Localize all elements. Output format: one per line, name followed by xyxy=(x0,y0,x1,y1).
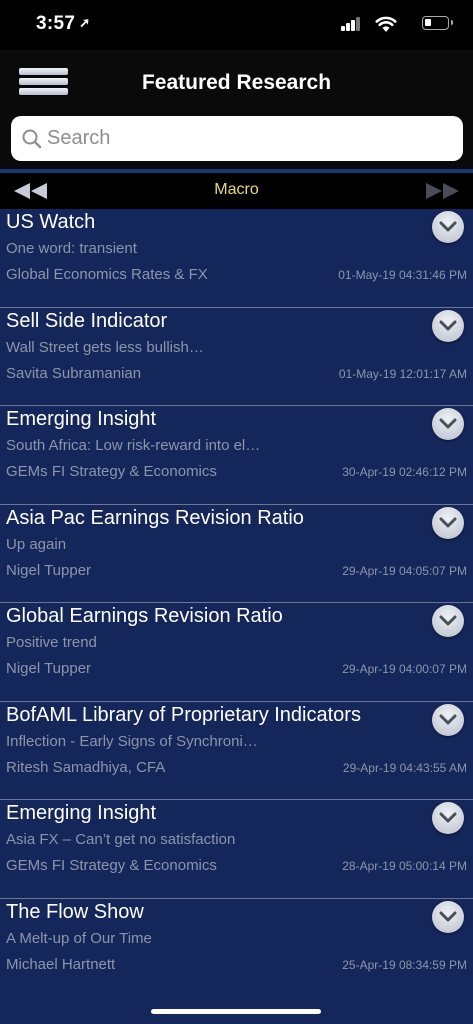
list-item[interactable]: Emerging Insight South Africa: Low risk-… xyxy=(0,406,473,505)
item-subtitle: One word: transient xyxy=(6,240,137,257)
search-icon xyxy=(22,129,42,149)
list-item[interactable]: Global Earnings Revision Ratio Positive … xyxy=(0,603,473,702)
list-item[interactable]: US Watch One word: transient Global Econ… xyxy=(0,209,473,308)
item-title: Asia Pac Earnings Revision Ratio xyxy=(6,506,304,529)
fast-forward-next-icon[interactable] xyxy=(424,181,461,201)
item-date: 01-May-19 12:01:17 AM xyxy=(338,366,467,381)
item-subtitle: Asia FX – Can’t get no satisfaction xyxy=(6,831,236,848)
item-title: Emerging Insight xyxy=(6,802,157,824)
chevron-down-icon[interactable] xyxy=(432,309,464,342)
clock: 3:57 xyxy=(36,13,76,34)
item-date: 29-Apr-19 04:00:07 PM xyxy=(342,662,467,676)
item-author: Nigel Tupper xyxy=(6,561,92,579)
status-bar: 3:57 ➚ xyxy=(0,0,473,50)
item-subtitle: Wall Street gets less bullish… xyxy=(6,338,204,356)
item-date: 29-Apr-19 04:05:07 PM xyxy=(342,563,467,578)
research-list: US Watch One word: transient Global Econ… xyxy=(0,209,473,997)
item-title: BofAML Library of Proprietary Indicators xyxy=(6,703,361,726)
wifi-icon xyxy=(375,16,397,32)
item-date: 25-Apr-19 08:34:59 PM xyxy=(342,957,467,972)
cellular-signal-icon xyxy=(341,17,361,31)
item-date: 29-Apr-19 04:43:55 AM xyxy=(342,760,467,775)
chevron-down-icon[interactable] xyxy=(432,900,464,933)
chevron-down-icon[interactable] xyxy=(432,408,464,440)
chevron-down-icon[interactable] xyxy=(432,211,464,243)
status-icons xyxy=(329,15,453,35)
item-author: Savita Subramanian xyxy=(6,364,142,382)
search-input[interactable] xyxy=(47,116,447,161)
app-screen: 3:57 ➚ Featured Research Search Macro US… xyxy=(0,0,473,1024)
status-time: 3:57 ➚ xyxy=(36,13,90,35)
item-subtitle: Inflection - Early Signs of Synchroni… xyxy=(6,732,258,750)
location-arrow-icon: ➚ xyxy=(79,15,91,30)
item-author: Michael Hartnett xyxy=(6,955,116,973)
item-subtitle: Up again xyxy=(6,535,67,553)
category-label: Macro xyxy=(214,181,259,198)
item-author: Ritesh Samadhiya, CFA xyxy=(6,758,166,776)
chevron-down-icon[interactable] xyxy=(432,605,464,637)
item-subtitle: A Melt-up of Our Time xyxy=(6,929,152,947)
item-author: Nigel Tupper xyxy=(6,660,92,677)
item-title: US Watch xyxy=(6,211,96,233)
item-title: Emerging Insight xyxy=(6,408,157,430)
list-item[interactable]: Sell Side Indicator Wall Street gets les… xyxy=(0,308,473,406)
item-author: GEMs FI Strategy & Economics xyxy=(6,857,217,874)
item-title: Global Earnings Revision Ratio xyxy=(6,605,283,627)
battery-icon xyxy=(422,16,453,30)
item-author: Global Economics Rates & FX xyxy=(6,266,208,283)
item-author: GEMs FI Strategy & Economics xyxy=(6,463,217,480)
home-indicator[interactable] xyxy=(151,1009,321,1014)
search-bar xyxy=(0,112,473,169)
item-subtitle: Positive trend xyxy=(6,634,97,651)
item-subtitle: South Africa: Low risk-reward into el… xyxy=(6,437,261,454)
chevron-down-icon[interactable] xyxy=(432,506,464,539)
list-item[interactable]: The Flow Show A Melt-up of Our Time Mich… xyxy=(0,899,473,998)
item-date: 28-Apr-19 05:00:14 PM xyxy=(342,859,467,873)
list-item[interactable]: Emerging Insight Asia FX – Can’t get no … xyxy=(0,800,473,899)
page-title: Featured Research xyxy=(141,71,332,94)
list-item[interactable]: BofAML Library of Proprietary Indicators… xyxy=(0,702,473,800)
item-date: 30-Apr-19 02:46:12 PM xyxy=(342,465,467,479)
search-field[interactable] xyxy=(11,116,463,161)
chevron-down-icon[interactable] xyxy=(432,703,464,736)
item-date: 01-May-19 04:31:46 PM xyxy=(338,268,467,282)
nav-header: Featured Research xyxy=(0,50,473,112)
list-item[interactable]: Asia Pac Earnings Revision Ratio Up agai… xyxy=(0,505,473,603)
item-title: Sell Side Indicator xyxy=(6,309,168,332)
item-title: The Flow Show xyxy=(6,900,144,923)
category-bar: Macro xyxy=(0,173,473,209)
chevron-down-icon[interactable] xyxy=(432,802,464,834)
